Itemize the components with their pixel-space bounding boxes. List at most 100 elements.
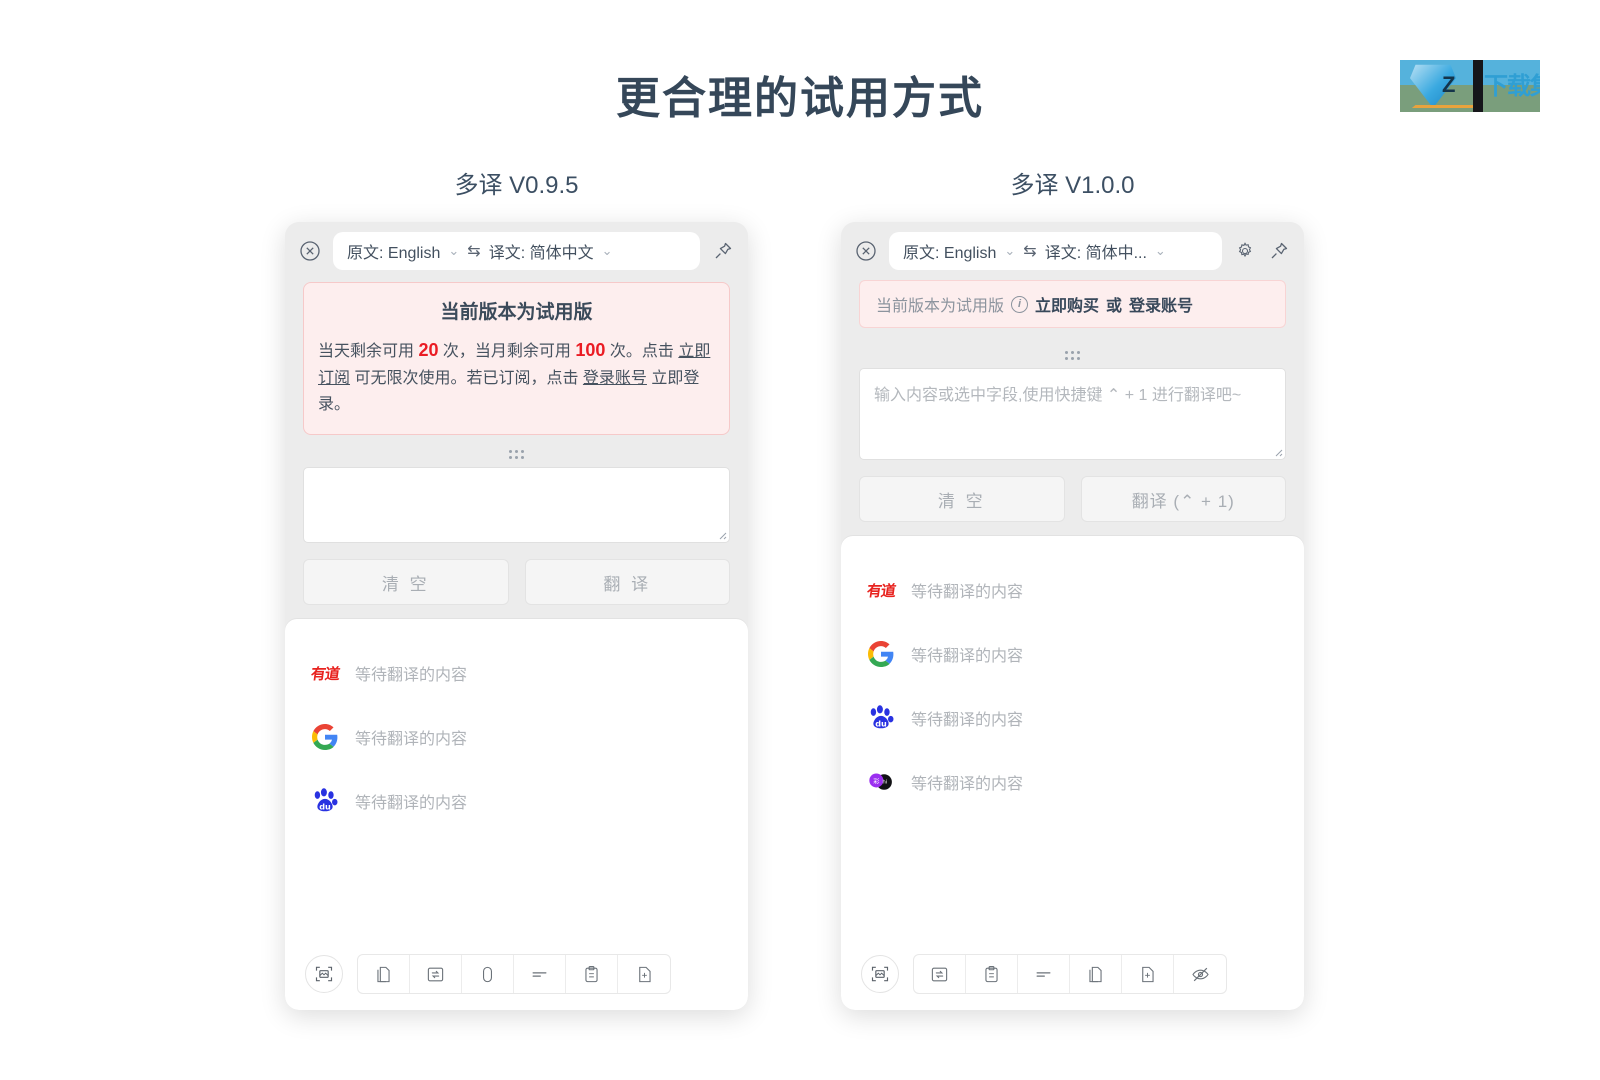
pin-icon[interactable] bbox=[1266, 238, 1292, 264]
result-row-youdao[interactable]: 有道 等待翻译的内容 bbox=[285, 641, 748, 705]
app-header-v100: 原文: English ⌄ ⇆ 译文: 简体中... ⌄ bbox=[841, 222, 1304, 278]
trial-notice-bar-v100: 当前版本为试用版 i 立即购买 或 登录账号 bbox=[859, 280, 1286, 328]
clipboard-icon[interactable] bbox=[566, 955, 618, 993]
notice-seg-4: 次。点击 bbox=[605, 343, 679, 360]
result-text: 等待翻译的内容 bbox=[355, 795, 468, 813]
results-list-v100: 有道 等待翻译的内容 等待翻译的内容 du 等待翻译的内容 彩 hi 等待翻译的… bbox=[841, 536, 1304, 942]
notice-seg-0: 当天剩余可用 bbox=[318, 343, 419, 360]
drag-handle-v100[interactable] bbox=[841, 342, 1304, 368]
translate-button[interactable]: 翻 译 bbox=[524, 559, 730, 606]
watermark-text: 下载集 bbox=[1484, 73, 1540, 100]
input-area-v095 bbox=[285, 467, 748, 544]
document-plus-icon[interactable] bbox=[1122, 955, 1174, 993]
bottom-toolbar-v095 bbox=[285, 942, 748, 1010]
notice-or-text: 或 bbox=[1106, 298, 1123, 315]
tool-group-v095 bbox=[357, 954, 671, 994]
text-lines-icon[interactable] bbox=[514, 955, 566, 993]
header-actions-v095 bbox=[710, 238, 736, 264]
trial-notice-title: 当前版本为试用版 bbox=[440, 302, 593, 323]
youdao-logo-icon: 有道 bbox=[865, 576, 897, 604]
source-language-label[interactable]: 原文: English bbox=[903, 239, 996, 263]
eye-slash-icon[interactable] bbox=[1174, 955, 1226, 993]
result-row-caiyun[interactable]: 彩 hi 等待翻译的内容 bbox=[841, 750, 1304, 814]
app-window-v095: 原文: English ⌄ ⇆ 译文: 简体中文 ⌄ 当前版本为试用版 当天剩余… bbox=[285, 222, 748, 1010]
clear-button[interactable]: 清 空 bbox=[303, 559, 509, 606]
tool-group-v100 bbox=[913, 954, 1227, 994]
text-lines-icon[interactable] bbox=[1018, 955, 1070, 993]
screenshot-icon[interactable] bbox=[305, 955, 343, 993]
target-language-label[interactable]: 译文: 简体中... bbox=[1045, 239, 1147, 263]
trial-notice-prefix: 当前版本为试用版 bbox=[876, 298, 1005, 315]
baidu-logo-icon: du bbox=[311, 787, 339, 815]
screenshot-icon[interactable] bbox=[861, 955, 899, 993]
result-row-baidu[interactable]: du 等待翻译的内容 bbox=[841, 686, 1304, 750]
youdao-logo-icon: 有道 bbox=[310, 659, 341, 687]
result-row-youdao[interactable]: 有道 等待翻译的内容 bbox=[841, 558, 1304, 622]
page-root: 更合理的试用方式 Z 下载集 多译 V0.9.5 原文: English bbox=[0, 0, 1600, 1080]
result-row-baidu[interactable]: du 等待翻译的内容 bbox=[285, 769, 748, 833]
language-selector-v095[interactable]: 原文: English ⌄ ⇆ 译文: 简体中文 ⌄ bbox=[333, 232, 700, 270]
swap-arrow-icon[interactable]: ⇆ bbox=[1023, 241, 1036, 261]
clipboard-icon[interactable] bbox=[966, 955, 1018, 993]
clear-button[interactable]: 清 空 bbox=[859, 476, 1065, 522]
results-list-v095: 有道 等待翻译的内容 等待翻译的内容 du 等待翻译的内容 bbox=[285, 619, 748, 942]
panel-v095: 多译 V0.9.5 原文: English ⌄ ⇆ 译文: 简体中文 ⌄ 当前版… bbox=[285, 165, 748, 1010]
chevron-down-icon[interactable]: ⌄ bbox=[448, 243, 459, 259]
panel-caption-v095: 多译 V0.9.5 bbox=[454, 172, 579, 199]
translate-input[interactable] bbox=[859, 368, 1286, 460]
google-logo-icon bbox=[311, 723, 339, 751]
result-text: 等待翻译的内容 bbox=[911, 648, 1024, 665]
copy-document-icon[interactable] bbox=[1070, 955, 1122, 993]
swap-arrow-icon[interactable]: ⇆ bbox=[467, 241, 480, 261]
language-selector-v100[interactable]: 原文: English ⌄ ⇆ 译文: 简体中... ⌄ bbox=[889, 232, 1222, 270]
caiyun-logo-icon: 彩 hi bbox=[867, 768, 895, 796]
drag-handle-v095[interactable] bbox=[285, 441, 748, 467]
daily-remaining-count: 20 bbox=[418, 340, 439, 360]
close-circle-icon[interactable] bbox=[297, 238, 323, 264]
close-circle-icon[interactable] bbox=[853, 238, 879, 264]
app-window-v100: 原文: English ⌄ ⇆ 译文: 简体中... ⌄ 当前版本为试用版 i … bbox=[841, 222, 1304, 1010]
login-link[interactable]: 登录账号 bbox=[1129, 292, 1193, 316]
copy-document-icon[interactable] bbox=[358, 955, 410, 993]
input-area-v100 bbox=[841, 368, 1304, 460]
trial-notice-body: 当天剩余可用 20 次，当月剩余可用 100 次。点击 立即订阅 可无限次使用。… bbox=[318, 336, 715, 418]
results-sheet-v100: 有道 等待翻译的内容 等待翻译的内容 du 等待翻译的内容 彩 hi 等待翻译的… bbox=[841, 536, 1304, 1010]
notice-seg-6: 可无限次使用。若已订阅，点击 bbox=[350, 369, 583, 387]
result-row-google[interactable]: 等待翻译的内容 bbox=[285, 705, 748, 769]
action-buttons-v095: 清 空 翻 译 bbox=[285, 543, 748, 619]
translate-input[interactable] bbox=[303, 467, 730, 544]
chevron-down-icon[interactable]: ⌄ bbox=[1004, 243, 1015, 259]
target-language-label[interactable]: 译文: 简体中文 bbox=[489, 239, 594, 263]
refresh-box-icon[interactable] bbox=[410, 955, 462, 993]
info-icon[interactable]: i bbox=[1011, 295, 1029, 313]
header-actions-v100 bbox=[1232, 238, 1292, 264]
chevron-down-icon[interactable]: ⌄ bbox=[1155, 243, 1166, 259]
bottom-toolbar-v100 bbox=[841, 942, 1304, 1010]
pin-icon[interactable] bbox=[710, 238, 736, 264]
mouse-icon[interactable] bbox=[462, 955, 514, 993]
panel-caption-v100: 多译 V1.0.0 bbox=[1010, 172, 1135, 199]
result-text: 等待翻译的内容 bbox=[911, 584, 1024, 601]
gear-icon[interactable] bbox=[1232, 238, 1258, 264]
monthly-remaining-count: 100 bbox=[575, 340, 606, 360]
translate-button[interactable]: 翻译 (⌃ + 1) bbox=[1080, 476, 1286, 522]
chevron-down-icon[interactable]: ⌄ bbox=[602, 243, 613, 259]
refresh-box-icon[interactable] bbox=[914, 955, 966, 993]
results-sheet-v095: 有道 等待翻译的内容 等待翻译的内容 du 等待翻译的内容 bbox=[285, 619, 748, 1010]
login-link[interactable]: 登录账号 bbox=[583, 370, 647, 387]
google-logo-icon bbox=[867, 640, 895, 668]
youdao-logo-text: 有道 bbox=[865, 581, 897, 600]
svg-text:du: du bbox=[319, 802, 331, 812]
panel-v100: 多译 V1.0.0 原文: English ⌄ ⇆ 译文: 简体中... ⌄ 当… bbox=[841, 165, 1304, 1010]
page-title: 更合理的试用方式 bbox=[616, 74, 984, 123]
result-text: 等待翻译的内容 bbox=[355, 731, 468, 749]
result-row-google[interactable]: 等待翻译的内容 bbox=[841, 622, 1304, 686]
svg-text:hi: hi bbox=[882, 780, 887, 786]
action-buttons-v100: 清 空 翻译 (⌃ + 1) bbox=[841, 460, 1304, 536]
baidu-logo-icon: du bbox=[867, 704, 895, 732]
trial-notice-box-v095: 当前版本为试用版 当天剩余可用 20 次，当月剩余可用 100 次。点击 立即订… bbox=[303, 282, 730, 436]
buy-now-link[interactable]: 立即购买 bbox=[1035, 292, 1099, 316]
document-plus-icon[interactable] bbox=[618, 955, 670, 993]
svg-text:彩: 彩 bbox=[873, 778, 880, 786]
source-language-label[interactable]: 原文: English bbox=[347, 239, 440, 263]
